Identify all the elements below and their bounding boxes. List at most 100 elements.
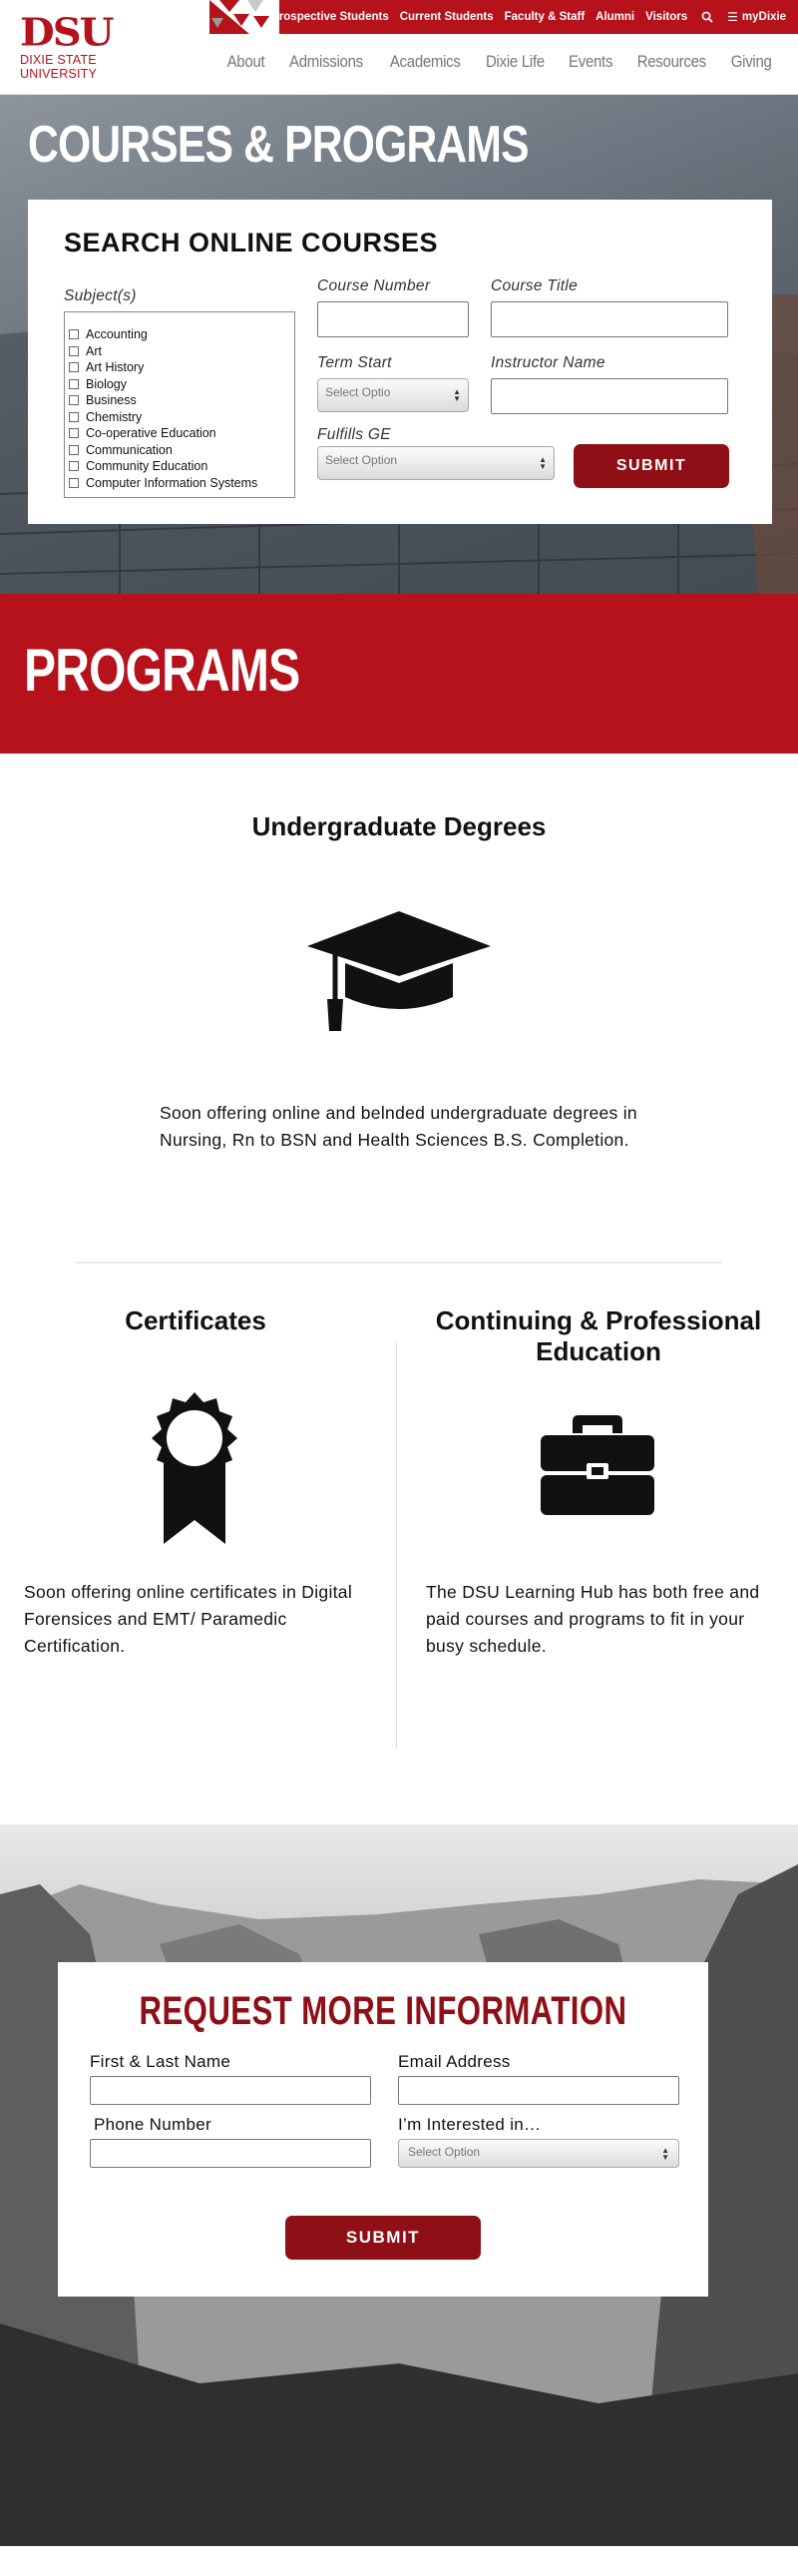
term-start-field: Term Start Select Optio ▲ ▼	[317, 354, 469, 412]
utility-bar: Prospective Students Current Students Fa…	[209, 0, 798, 34]
interest-selected: Select Option	[408, 2145, 481, 2159]
subject-option[interactable]: Art	[69, 343, 294, 360]
programs-heading: PROGRAMS	[24, 637, 300, 704]
subjects-list[interactable]: Accounting Art Art History Biology Busin…	[64, 311, 295, 498]
utility-links: Prospective Students Current Students Fa…	[260, 0, 786, 34]
subjects-label: Subject(s)	[64, 287, 137, 304]
checkbox[interactable]	[69, 329, 79, 340]
interest-label: I’m Interested in…	[398, 2115, 542, 2134]
fulfills-ge-selected: Select Option	[325, 453, 398, 467]
nav-about[interactable]: About	[226, 52, 264, 72]
nav-resources[interactable]: Resources	[637, 52, 706, 72]
undergrad-description: Soon offering online and belnded undergr…	[160, 1103, 637, 1150]
site-header: DSU Dixie State University Prospective S…	[0, 0, 798, 95]
checkbox[interactable]	[69, 362, 79, 373]
main-nav: About Admissions Academics Dixie Life Ev…	[207, 52, 774, 72]
programs-banner: PROGRAMS	[0, 594, 798, 754]
course-title-label: Course Title	[491, 277, 579, 294]
nav-academics[interactable]: Academics	[389, 52, 460, 72]
programs-section: Undergraduate Degrees Soon offering onli…	[0, 754, 798, 1824]
phone-input[interactable]	[90, 2139, 371, 2168]
subjects-field: Subject(s) Accounting Art Art History Bi…	[64, 287, 295, 498]
course-search-panel: SEARCH ONLINE COURSES Subject(s) Account…	[28, 200, 772, 524]
subject-option[interactable]: Art History	[69, 359, 294, 376]
link-prospective-students[interactable]: Prospective Students	[271, 11, 389, 23]
link-visitors[interactable]: Visitors	[645, 11, 687, 23]
section-divider	[76, 1262, 722, 1264]
briefcase-icon	[541, 1415, 654, 1515]
search-heading: SEARCH ONLINE COURSES	[64, 228, 439, 258]
interest-field: I’m Interested in… Select Option ▲ ▼	[398, 2115, 679, 2168]
subject-option[interactable]: Business	[69, 392, 294, 409]
fulfills-ge-select[interactable]: Select Option ▲ ▼	[317, 446, 555, 480]
award-ribbon-icon	[152, 1392, 237, 1544]
email-input[interactable]	[398, 2076, 679, 2105]
certificates-description: Soon offering online certificates in Dig…	[24, 1582, 353, 1656]
instructor-input[interactable]	[491, 378, 728, 414]
subject-option[interactable]: Community Education	[69, 458, 294, 475]
logo-mark: DSU	[20, 10, 114, 55]
checkbox[interactable]	[69, 444, 79, 455]
subject-option[interactable]: Co-operative Education	[69, 425, 294, 442]
nav-admissions[interactable]: Admissions	[289, 52, 363, 72]
name-input[interactable]	[90, 2076, 371, 2105]
mydixie-menu[interactable]: ☰ myDixie	[727, 10, 786, 24]
search-submit-button[interactable]: SUBMIT	[574, 444, 729, 488]
column-divider	[396, 1342, 397, 1749]
fulfills-ge-field: Fulfills GE Select Option ▲ ▼	[317, 426, 555, 480]
hero-section: COURSES & PROGRAMS SEARCH ONLINE COURSES…	[0, 95, 798, 594]
subject-option[interactable]: Accounting	[69, 326, 294, 343]
instructor-label: Instructor Name	[491, 354, 605, 371]
checkbox[interactable]	[69, 345, 79, 356]
term-start-label: Term Start	[317, 354, 392, 371]
link-current-students[interactable]: Current Students	[400, 11, 494, 23]
request-submit-button[interactable]: SUBMIT	[285, 2216, 481, 2260]
course-title-input[interactable]	[491, 301, 728, 337]
name-label: First & Last Name	[90, 2052, 231, 2071]
term-start-selected: Select Optio	[325, 385, 391, 399]
email-label: Email Address	[398, 2052, 511, 2071]
nav-dixie-life[interactable]: Dixie Life	[486, 52, 545, 72]
search-icon[interactable]	[701, 11, 713, 23]
checkbox[interactable]	[69, 378, 79, 389]
checkbox[interactable]	[69, 395, 79, 406]
select-arrows-icon: ▲ ▼	[661, 2146, 669, 2162]
course-number-field: Course Number	[317, 277, 469, 337]
undergrad-title: Undergraduate Degrees	[251, 811, 547, 841]
graduation-cap-icon	[307, 911, 491, 1031]
subject-option[interactable]: Biology	[69, 376, 294, 393]
select-arrows-icon: ▲ ▼	[453, 387, 461, 403]
course-title-field: Course Title	[491, 277, 728, 337]
course-number-input[interactable]	[317, 301, 469, 337]
phone-field: Phone Number	[90, 2115, 371, 2168]
term-start-select[interactable]: Select Optio ▲ ▼	[317, 378, 469, 412]
subject-option[interactable]: Communication	[69, 442, 294, 459]
link-alumni[interactable]: Alumni	[596, 11, 634, 23]
link-mydixie[interactable]: myDixie	[742, 11, 786, 23]
checkbox[interactable]	[69, 428, 79, 439]
phone-label: Phone Number	[94, 2115, 211, 2134]
link-faculty-staff[interactable]: Faculty & Staff	[505, 11, 586, 23]
course-number-label: Course Number	[317, 277, 431, 294]
subject-option[interactable]: Chemistry	[69, 409, 294, 426]
certificates-title: Certificates	[125, 1305, 266, 1335]
instructor-field: Instructor Name	[491, 354, 728, 414]
continuing-education-description: The DSU Learning Hub has both free and p…	[426, 1582, 760, 1656]
nav-giving[interactable]: Giving	[730, 52, 771, 72]
logo-subtitle: Dixie State University	[20, 53, 98, 81]
request-info-title: REQUEST MORE INFORMATION	[139, 1989, 627, 2033]
nav-events[interactable]: Events	[569, 52, 612, 72]
checkbox[interactable]	[69, 411, 79, 422]
checkbox[interactable]	[69, 461, 79, 472]
checkbox[interactable]	[69, 477, 79, 488]
fulfills-ge-label: Fulfills GE	[317, 426, 391, 443]
dsu-logo[interactable]: DSU Dixie State University	[20, 14, 160, 81]
interest-select[interactable]: Select Option ▲ ▼	[398, 2139, 679, 2168]
page-title: COURSES & PROGRAMS	[28, 116, 530, 174]
name-field: First & Last Name	[90, 2052, 371, 2105]
continuing-education-title: Continuing & Professional Education	[435, 1305, 762, 1366]
email-field: Email Address	[398, 2052, 679, 2105]
select-arrows-icon: ▲ ▼	[539, 455, 547, 471]
subject-option[interactable]: Computer Information Systems	[69, 475, 294, 492]
request-info-form: REQUEST MORE INFORMATION First & Last Na…	[58, 1962, 708, 2297]
